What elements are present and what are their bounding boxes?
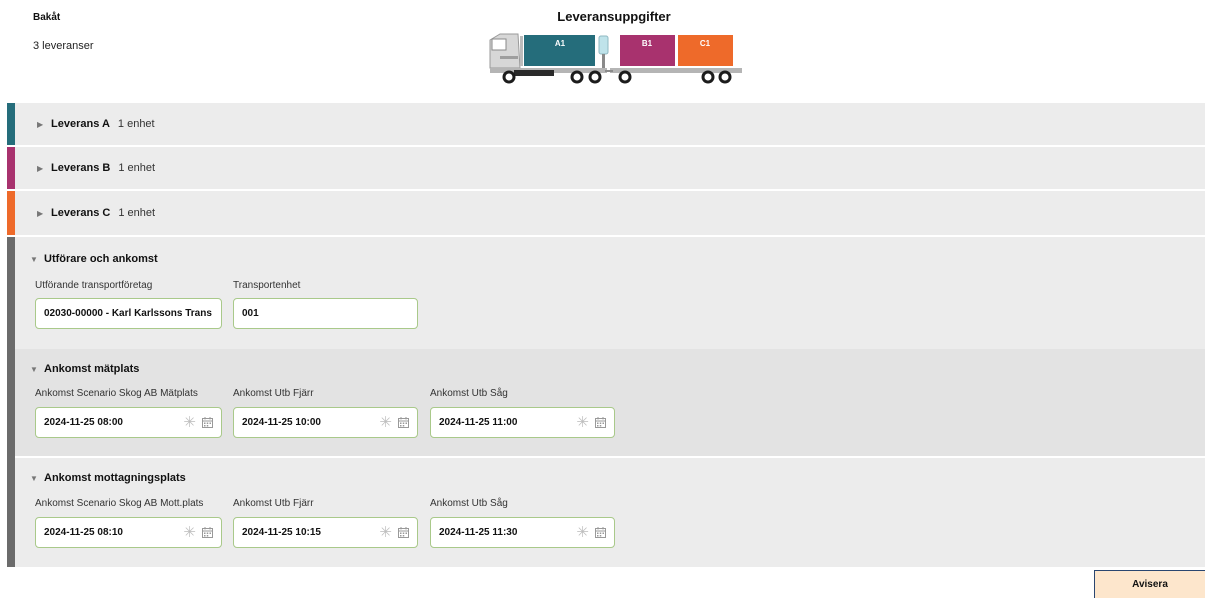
delivery-b-units: 1 enhet (118, 162, 156, 174)
asterisk-clear-icon[interactable]: ✳ (183, 525, 196, 540)
delivery-b-stripe (7, 147, 15, 189)
receiving-field-2-label: Ankomst Utb Fjärr (233, 498, 314, 509)
delivery-b-title: Leverans B (51, 162, 111, 174)
executor-title: Utförare och ankomst (44, 253, 158, 265)
measure-field-3-value: 2024-11-25 11:00 (439, 417, 518, 428)
caret-right-icon: ▶ (37, 163, 44, 173)
delivery-b-row[interactable]: ▶ Leverans B 1 enhet (7, 147, 1205, 189)
calendar-icon[interactable] (398, 417, 409, 428)
compartment-a1-label: A1 (555, 39, 566, 48)
caret-right-icon: ▶ (37, 119, 44, 129)
company-field[interactable]: 02030-00000 - Karl Karlssons Trans (35, 298, 222, 329)
receiving-field-1-label: Ankomst Scenario Skog AB Mott.plats (35, 498, 204, 509)
calendar-icon[interactable] (202, 417, 213, 428)
executor-section-bg (15, 237, 1205, 349)
delivery-c-row[interactable]: ▶ Leverans C 1 enhet (7, 191, 1205, 235)
calendar-icon[interactable] (595, 417, 606, 428)
delivery-c-stripe (7, 191, 15, 235)
company-label: Utförande transportföretag (35, 280, 153, 291)
compartment-c1-label: C1 (700, 39, 711, 48)
receiving-header[interactable]: ▼ Ankomst mottagningsplats (30, 472, 186, 484)
receiving-field-2-value: 2024-11-25 10:15 (242, 527, 321, 538)
executor-header[interactable]: ▼ Utförare och ankomst (30, 253, 158, 265)
measure-field-2-value: 2024-11-25 10:00 (242, 417, 321, 428)
transport-unit-field[interactable]: 001 (233, 298, 418, 329)
caret-right-icon: ▶ (37, 208, 44, 218)
caret-down-icon: ▼ (30, 473, 38, 483)
asterisk-clear-icon[interactable]: ✳ (183, 415, 196, 430)
asterisk-clear-icon[interactable]: ✳ (379, 525, 392, 540)
measure-section (7, 349, 15, 457)
truck-cab-icon (489, 33, 523, 69)
receiving-title: Ankomst mottagningsplats (44, 472, 186, 484)
truck-illustration: A1 B1 C1 (489, 33, 742, 84)
measure-field-3-label: Ankomst Utb Såg (430, 388, 508, 399)
compartment-b1-label: B1 (642, 39, 653, 48)
receiving-field-3[interactable]: 2024-11-25 11:30 ✳ (430, 517, 615, 548)
delivery-count: 3 leveranser (33, 40, 94, 52)
calendar-icon[interactable] (398, 527, 409, 538)
measure-field-2[interactable]: 2024-11-25 10:00 ✳ (233, 407, 418, 438)
transport-unit-label: Transportenhet (233, 280, 301, 291)
receiving-section-bg (15, 457, 1205, 567)
caret-down-icon: ▼ (30, 364, 38, 374)
receiving-field-1[interactable]: 2024-11-25 08:10 ✳ (35, 517, 222, 548)
company-value: 02030-00000 - Karl Karlssons Trans (44, 308, 212, 319)
delivery-c-units: 1 enhet (118, 207, 156, 219)
notify-button[interactable]: Avisera (1094, 570, 1205, 598)
measure-field-1-value: 2024-11-25 08:00 (44, 417, 123, 428)
measure-field-3[interactable]: 2024-11-25 11:00 ✳ (430, 407, 615, 438)
asterisk-clear-icon[interactable]: ✳ (379, 415, 392, 430)
measure-title: Ankomst mätplats (44, 363, 140, 375)
receiving-section (7, 457, 15, 567)
receiving-field-3-value: 2024-11-25 11:30 (439, 527, 518, 538)
receiving-field-2[interactable]: 2024-11-25 10:15 ✳ (233, 517, 418, 548)
measure-field-1-label: Ankomst Scenario Skog AB Mätplats (35, 388, 198, 399)
measure-section-bg (15, 349, 1205, 457)
crane-icon (598, 35, 609, 68)
receiving-field-3-label: Ankomst Utb Såg (430, 498, 508, 509)
delivery-a-title: Leverans A (51, 118, 110, 130)
page-title: Leveransuppgifter (557, 9, 671, 24)
asterisk-clear-icon[interactable]: ✳ (576, 525, 589, 540)
calendar-icon[interactable] (595, 527, 606, 538)
delivery-a-stripe (7, 103, 15, 145)
measure-field-1[interactable]: 2024-11-25 08:00 ✳ (35, 407, 222, 438)
transport-unit-value: 001 (242, 308, 259, 319)
receiving-field-1-value: 2024-11-25 08:10 (44, 527, 123, 538)
asterisk-clear-icon[interactable]: ✳ (576, 415, 589, 430)
measure-header[interactable]: ▼ Ankomst mätplats (30, 363, 139, 375)
delivery-a-row[interactable]: ▶ Leverans A 1 enhet (7, 103, 1205, 145)
caret-down-icon: ▼ (30, 254, 38, 264)
measure-field-2-label: Ankomst Utb Fjärr (233, 388, 314, 399)
calendar-icon[interactable] (202, 527, 213, 538)
delivery-a-units: 1 enhet (117, 118, 155, 130)
delivery-c-title: Leverans C (51, 207, 111, 219)
